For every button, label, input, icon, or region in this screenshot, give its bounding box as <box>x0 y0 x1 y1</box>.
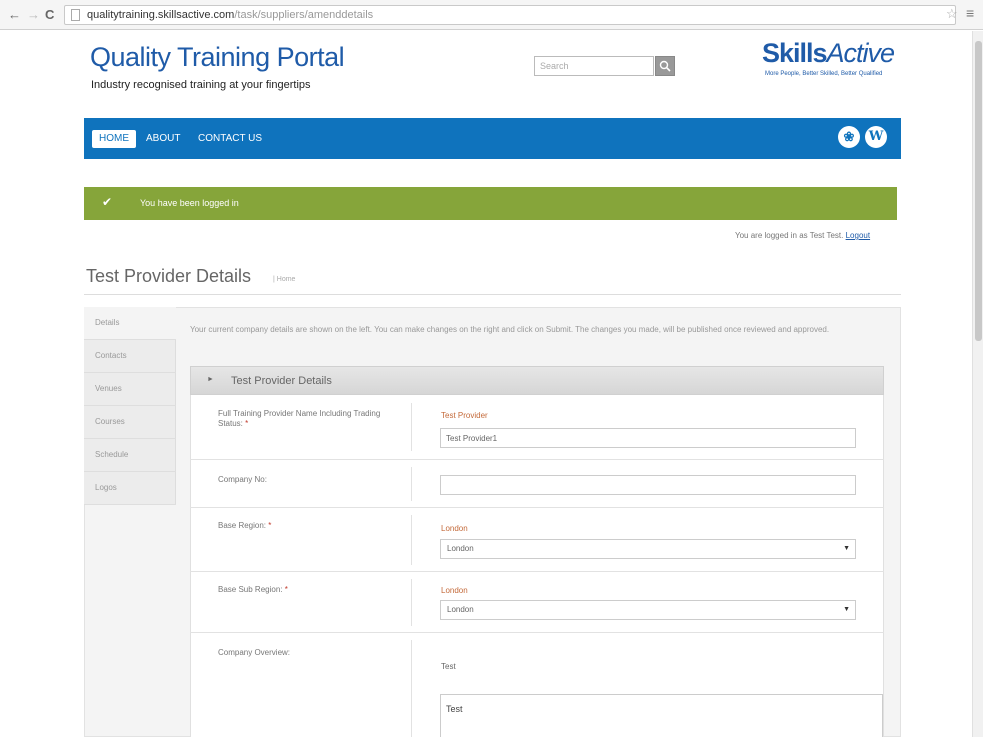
browser-toolbar: ← → C qualitytraining.skillsactive.com/t… <box>0 0 983 30</box>
column-divider <box>411 515 412 565</box>
tab-schedule[interactable]: Schedule <box>84 439 176 472</box>
base-sub-region-label-text: Base Sub Region: <box>218 585 283 594</box>
required-marker: * <box>284 585 288 594</box>
main-navbar: HOME ABOUT CONTACT US ❀ W <box>84 118 901 159</box>
session-status: You are logged in as Test Test. Logout <box>735 231 870 240</box>
url-path: /task/suppliers/amenddetails <box>234 9 374 21</box>
logged-in-text: You are logged in as Test Test. <box>735 231 844 240</box>
row-divider <box>190 507 884 508</box>
scrollbar-thumb[interactable] <box>975 41 982 341</box>
side-tab-list: Details Contacts Venues Courses Schedule… <box>84 307 176 505</box>
base-sub-region-select[interactable]: London ▼ <box>440 600 856 620</box>
provider-name-input[interactable] <box>440 428 856 448</box>
logout-link[interactable]: Logout <box>846 231 870 240</box>
breadcrumb-home[interactable]: Home <box>277 276 296 283</box>
base-region-selected: London <box>447 544 474 553</box>
check-icon: ✔ <box>102 195 113 209</box>
collapse-arrow-icon[interactable]: ► <box>207 376 214 383</box>
dropdown-caret-icon: ▼ <box>843 606 850 613</box>
base-sub-region-current: London <box>441 586 468 595</box>
section-title: Test Provider Details <box>231 375 332 387</box>
row-divider <box>190 571 884 572</box>
reload-icon[interactable]: C <box>45 7 54 22</box>
tab-venues[interactable]: Venues <box>84 373 176 406</box>
tab-logos[interactable]: Logos <box>84 472 176 505</box>
breadcrumb: | Home <box>273 276 296 283</box>
row-divider <box>190 459 884 460</box>
base-region-select[interactable]: London ▼ <box>440 539 856 559</box>
tab-contacts[interactable]: Contacts <box>84 340 176 373</box>
nav-about-link[interactable]: ABOUT <box>146 129 180 149</box>
base-region-label: Base Region: * <box>218 521 271 531</box>
address-bar[interactable]: qualitytraining.skillsactive.com/task/su… <box>64 5 956 25</box>
column-divider <box>411 403 412 451</box>
dropdown-caret-icon: ▼ <box>843 545 850 552</box>
page-icon <box>71 9 80 21</box>
title-divider <box>84 294 901 295</box>
logo-tagline: More People, Better Skilled, Better Qual… <box>765 71 883 77</box>
page-scrollbar[interactable] <box>972 31 983 737</box>
alert-message: You have been logged in <box>140 198 239 208</box>
site-title[interactable]: Quality Training Portal <box>90 42 345 73</box>
column-divider <box>411 467 412 501</box>
required-marker: * <box>268 521 272 530</box>
company-no-input[interactable] <box>440 475 856 495</box>
section-header[interactable]: ► Test Provider Details <box>190 366 884 395</box>
base-region-current: London <box>441 524 468 533</box>
nav-contact-link[interactable]: CONTACT US <box>198 129 262 149</box>
browser-menu-icon[interactable]: ≡ <box>966 5 974 21</box>
column-divider <box>411 640 412 737</box>
column-divider <box>411 579 412 626</box>
page-title: Test Provider Details <box>86 266 252 286</box>
twitter-icon[interactable]: ❀ <box>838 126 860 148</box>
provider-name-label: Full Training Provider Name Including Tr… <box>218 409 393 429</box>
bookmark-star-icon[interactable]: ☆ <box>946 6 958 22</box>
search-icon <box>659 60 671 72</box>
site-tagline: Industry recognised training at your fin… <box>91 79 311 91</box>
skillsactive-logo[interactable]: SkillsActive <box>762 38 896 69</box>
search-input[interactable] <box>534 56 654 76</box>
base-sub-region-label: Base Sub Region: * <box>218 585 288 595</box>
tab-courses[interactable]: Courses <box>84 406 176 439</box>
company-overview-current: Test <box>441 662 456 671</box>
url-host: qualitytraining.skillsactive.com <box>87 9 235 21</box>
base-sub-region-selected: London <box>447 605 474 614</box>
back-arrow-icon[interactable]: ← <box>8 7 21 22</box>
logo-active-text: Active <box>826 38 896 68</box>
login-success-alert: ✔ You have been logged in <box>84 187 897 220</box>
row-divider <box>190 632 884 633</box>
search-button[interactable] <box>655 56 675 76</box>
tab-details[interactable]: Details <box>84 307 176 340</box>
nav-home-link[interactable]: HOME <box>92 130 136 148</box>
company-no-label: Company No: <box>218 475 267 484</box>
required-marker: * <box>245 419 249 428</box>
company-overview-textarea[interactable]: Test <box>440 694 883 737</box>
base-region-label-text: Base Region: <box>218 521 267 530</box>
intro-text: Your current company details are shown o… <box>190 325 830 334</box>
company-overview-label: Company Overview: <box>218 648 291 657</box>
provider-name-current: Test Provider <box>441 411 488 420</box>
forward-arrow-icon[interactable]: → <box>27 7 40 22</box>
wordpress-icon[interactable]: W <box>865 126 887 148</box>
logo-skills-text: Skills <box>762 38 828 68</box>
provider-name-label-text: Full Training Provider Name Including Tr… <box>218 409 381 428</box>
